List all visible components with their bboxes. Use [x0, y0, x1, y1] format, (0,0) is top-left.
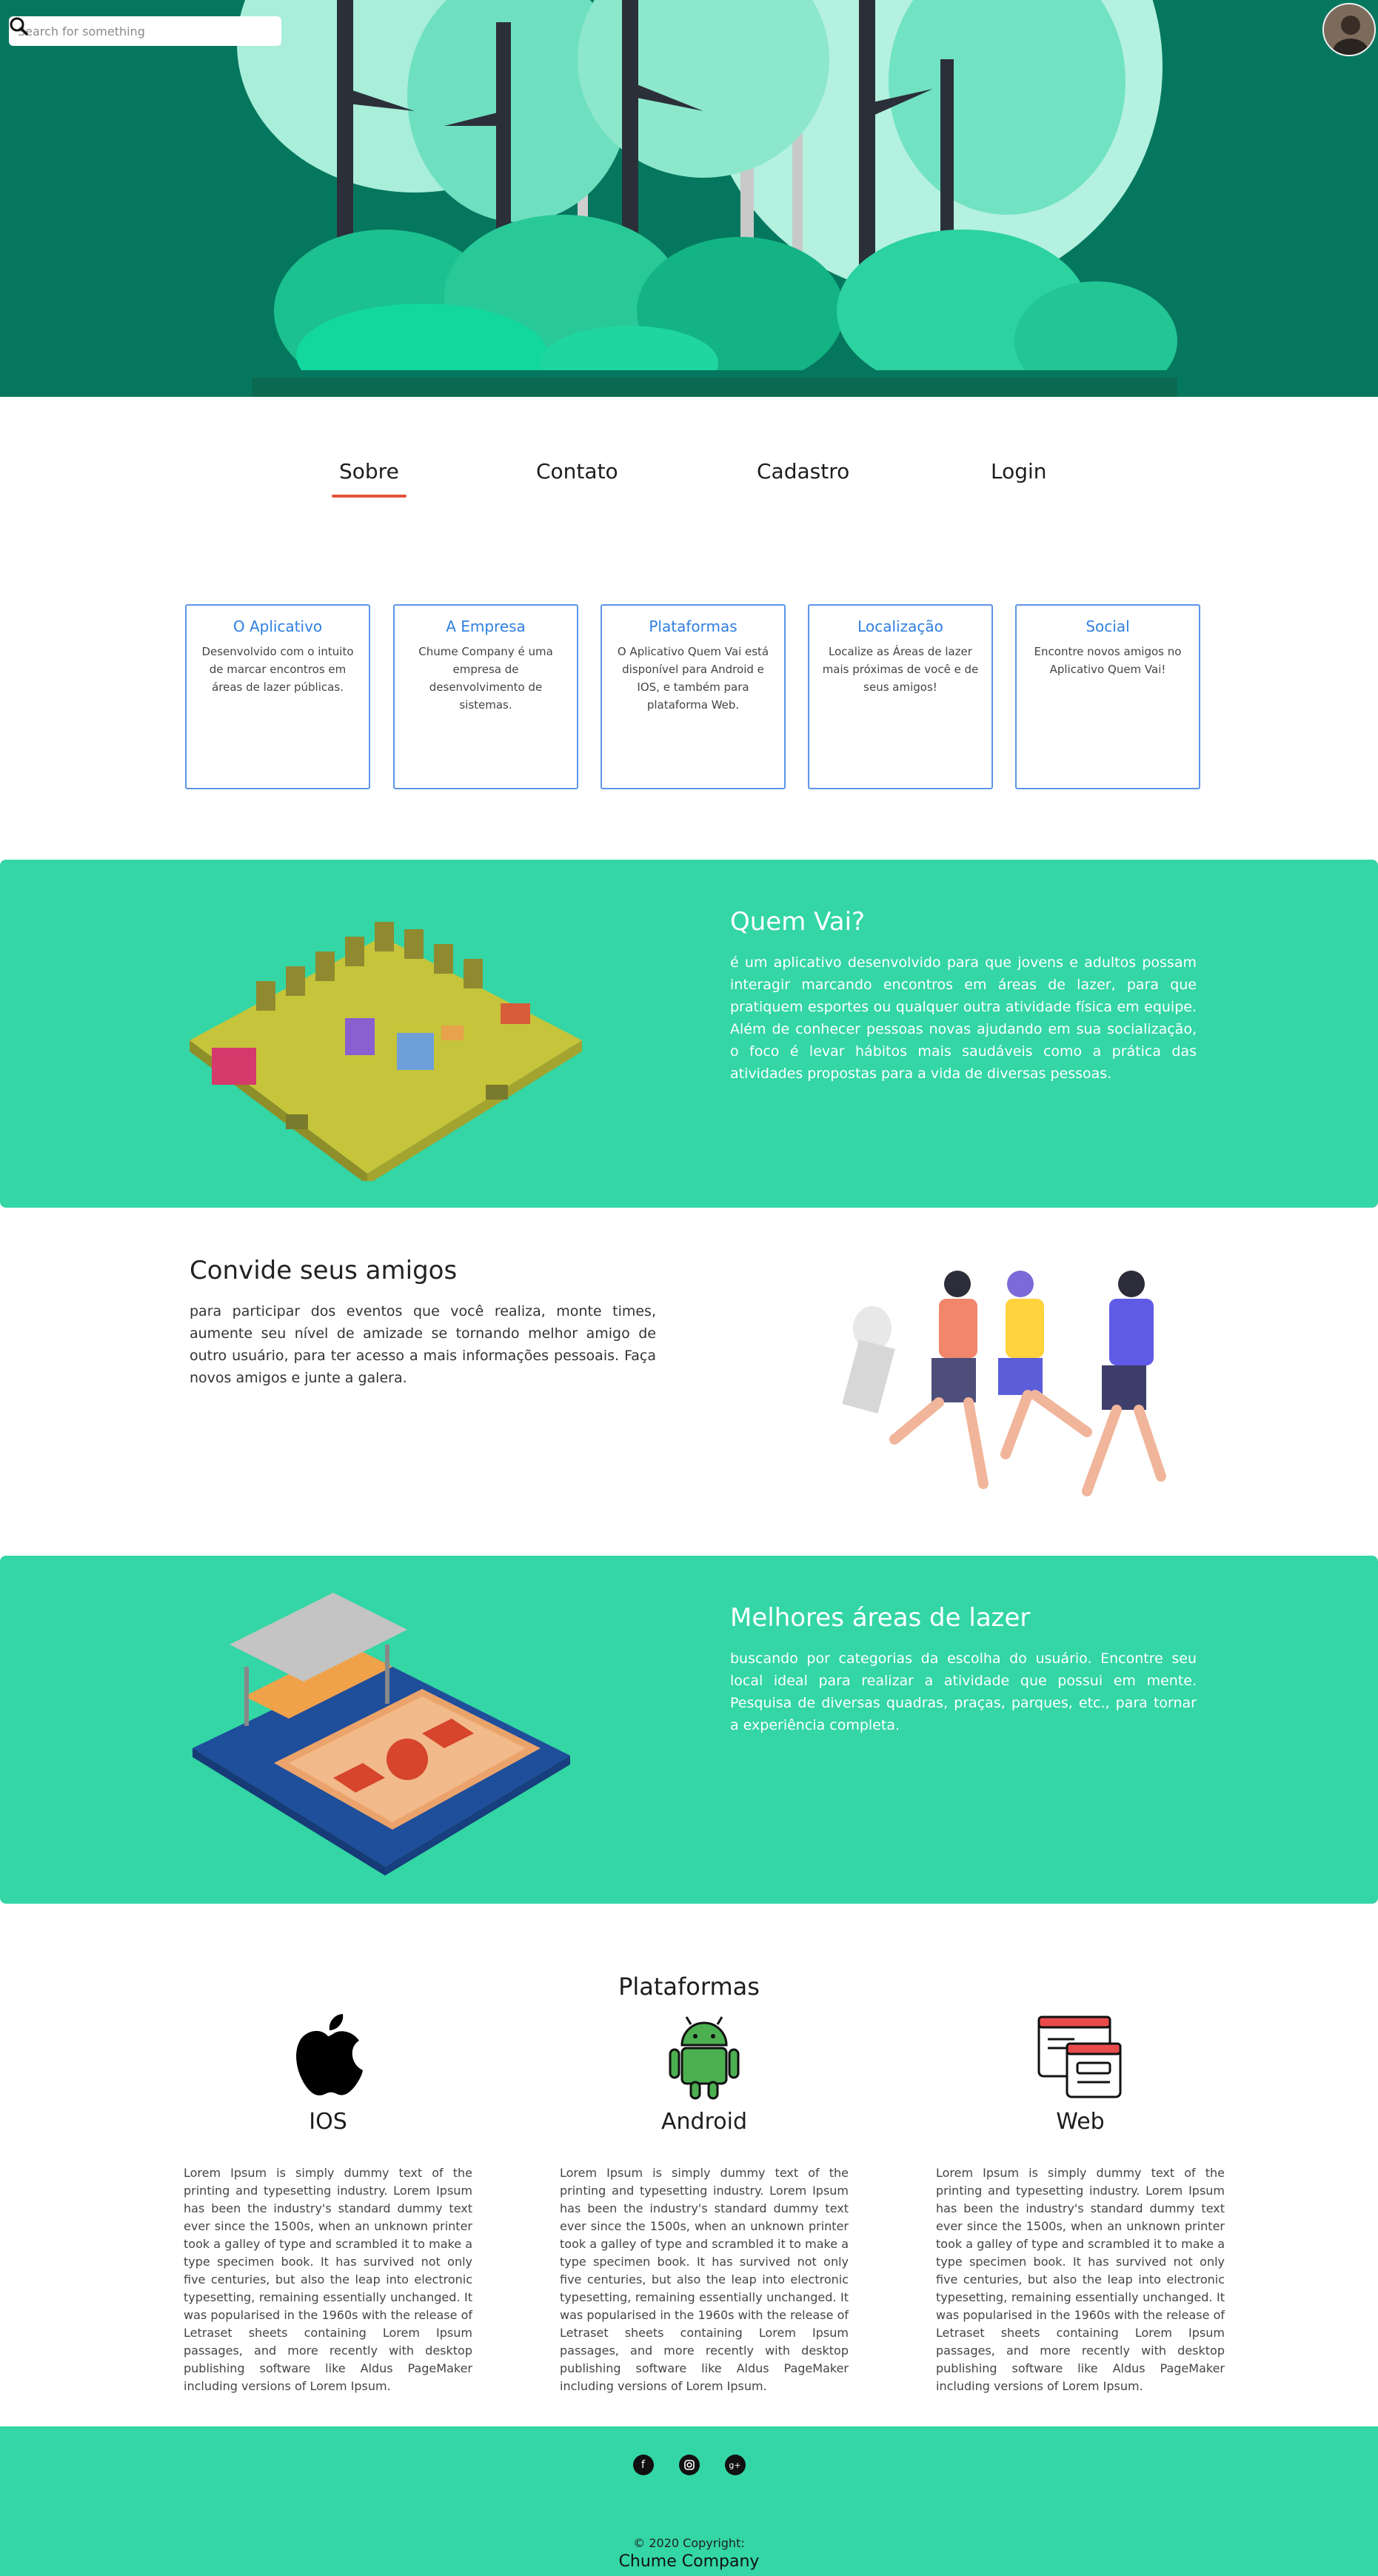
apple-icon: [184, 2013, 472, 2101]
android-icon: [560, 2013, 849, 2101]
platform-web: Web Lorem Ipsum is simply dummy text of …: [936, 2013, 1225, 2395]
nav-login[interactable]: Login: [991, 459, 1047, 484]
forest-illustration: [0, 0, 1378, 397]
invite-section: Convide seus amigos para participar dos …: [190, 1256, 656, 1389]
platform-name: Android: [661, 2109, 747, 2135]
search-icon[interactable]: [10, 17, 272, 43]
copyright-text: © 2020 Copyright:: [633, 2536, 745, 2550]
user-avatar[interactable]: [1322, 3, 1376, 56]
feature-card-social: Social Encontre novos amigos no Aplicati…: [1015, 604, 1200, 789]
feature-card-title: Social: [1086, 618, 1130, 635]
nav-contato[interactable]: Contato: [536, 459, 618, 484]
platform-text: Lorem Ipsum is simply dummy text of the …: [184, 2166, 472, 2393]
instagram-icon[interactable]: [678, 2455, 700, 2475]
invite-title: Convide seus amigos: [190, 1256, 458, 1285]
feature-card-text: Chume Company é uma empresa de desenvolv…: [418, 645, 553, 712]
feature-card-title: O Aplicativo: [233, 618, 323, 635]
runners-illustration: [842, 1271, 1166, 1496]
company-name[interactable]: Chume Company: [0, 2552, 1378, 2571]
platform-android: Android Lorem Ipsum is simply dummy text…: [560, 2013, 849, 2395]
feature-card-plataformas: Plataformas O Aplicativo Quem Vai está d…: [601, 604, 786, 789]
feature-card-text: Localize as Áreas de lazer mais próximas…: [822, 645, 979, 694]
nav-sobre[interactable]: Sobre: [332, 459, 407, 498]
feature-card-localizacao: Localização Localize as Áreas de lazer m…: [808, 604, 993, 789]
feature-card-title: A Empresa: [446, 618, 526, 635]
feature-card-title: Localização: [857, 618, 943, 635]
main-nav: Sobre Contato Cadastro Login: [0, 459, 1378, 504]
search-bar: [9, 16, 281, 46]
platform-name: Web: [1056, 2109, 1105, 2135]
platforms-heading: Plataformas: [618, 1973, 760, 2001]
facebook-icon[interactable]: f: [632, 2455, 654, 2475]
nav-cadastro[interactable]: Cadastro: [757, 459, 849, 484]
areas-section: Melhores áreas de lazer buscando por cat…: [0, 1556, 1378, 1904]
feature-card-empresa: A Empresa Chume Company é uma empresa de…: [393, 604, 578, 789]
areas-text: buscando por categorias da escolha do us…: [730, 1650, 1197, 1733]
hero-banner: [0, 0, 1378, 397]
park-illustration: [190, 922, 582, 1181]
feature-card-title: Plataformas: [649, 618, 738, 635]
invite-text: para participar dos eventos que você rea…: [190, 1303, 656, 1386]
search-input[interactable]: [18, 24, 249, 39]
social-links: f g+: [0, 2455, 1378, 2475]
platform-text: Lorem Ipsum is simply dummy text of the …: [936, 2166, 1225, 2393]
feature-card-text: Encontre novos amigos no Aplicativo Quem…: [1034, 645, 1182, 676]
feature-card-text: Desenvolvido com o intuito de marcar enc…: [201, 645, 354, 694]
about-title: Quem Vai?: [730, 907, 866, 937]
feature-card-aplicativo: O Aplicativo Desenvolvido com o intuito …: [185, 604, 370, 789]
feature-card-text: O Aplicativo Quem Vai está disponível pa…: [617, 645, 769, 712]
areas-title: Melhores áreas de lazer: [730, 1603, 1031, 1633]
footer: f g+ © 2020 Copyright: Chume Company: [0, 2426, 1378, 2576]
platform-text: Lorem Ipsum is simply dummy text of the …: [560, 2166, 849, 2393]
about-section: Quem Vai? é um aplicativo desenvolvido p…: [0, 860, 1378, 1208]
web-browser-icon: [936, 2013, 1225, 2101]
platform-ios: IOS Lorem Ipsum is simply dummy text of …: [184, 2013, 472, 2395]
google-plus-icon[interactable]: g+: [724, 2455, 746, 2475]
court-illustration: [193, 1593, 570, 1876]
about-text: é um aplicativo desenvolvido para que jo…: [730, 954, 1197, 1082]
platform-name: IOS: [309, 2109, 347, 2135]
